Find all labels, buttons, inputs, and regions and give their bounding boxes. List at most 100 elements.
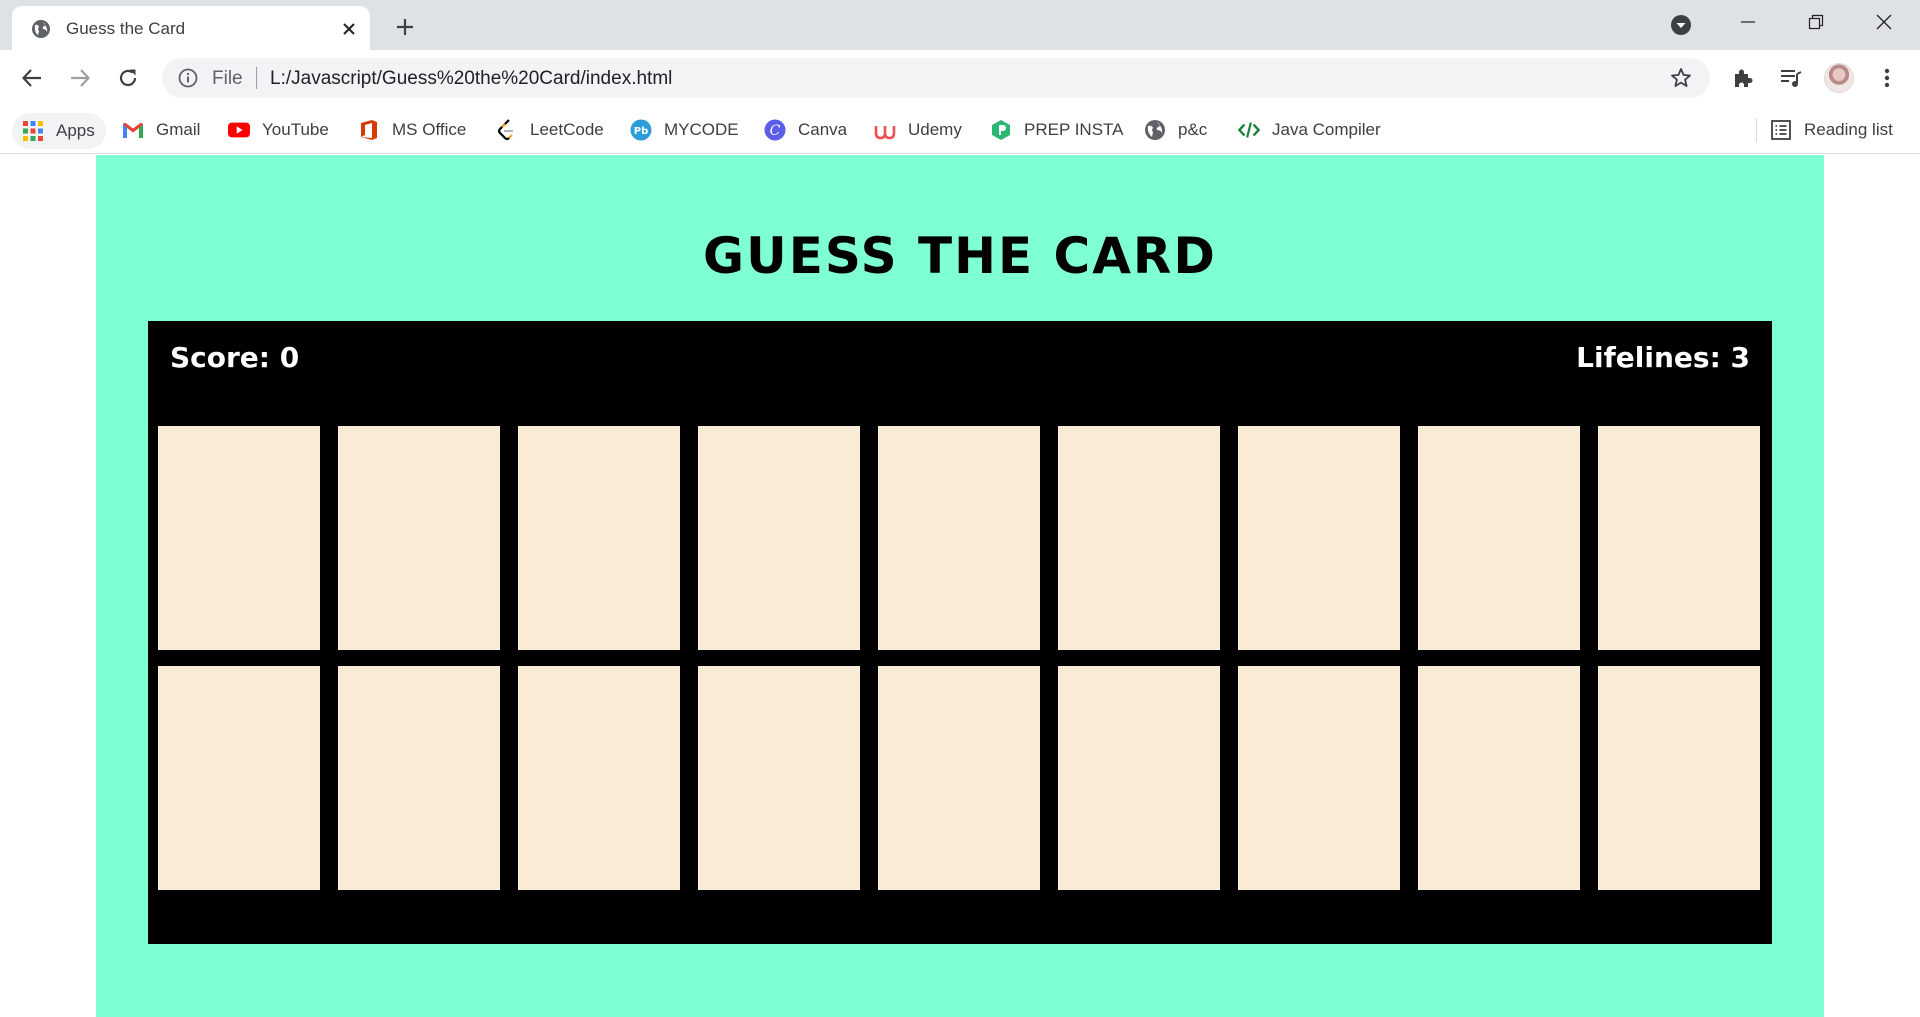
chevron-down-circle-icon — [1671, 15, 1691, 35]
bookmark-java-compiler[interactable]: Java Compiler — [1238, 106, 1381, 154]
minimize-button[interactable] — [1714, 0, 1782, 44]
card[interactable] — [1058, 666, 1220, 890]
youtube-icon — [228, 119, 250, 141]
playlist-icon — [1781, 70, 1802, 87]
canva-icon: C — [764, 119, 786, 141]
prep-insta-icon — [990, 119, 1012, 141]
card[interactable] — [1058, 426, 1220, 650]
bookmark-apps[interactable]: Apps — [12, 113, 106, 149]
reload-button[interactable] — [112, 62, 144, 94]
card-grid — [158, 426, 1762, 890]
svg-text:Pb: Pb — [634, 126, 649, 137]
bookmarks-bar: Apps Gmail YouTube MS Office LeetCode Pb… — [0, 106, 1920, 154]
gmail-icon — [122, 119, 144, 141]
bookmark-label: LeetCode — [530, 120, 604, 139]
card[interactable] — [878, 426, 1040, 650]
tab-title: Guess the Card — [66, 19, 186, 38]
restore-button[interactable] — [1782, 0, 1850, 44]
bookmark-label: MS Office — [392, 120, 467, 139]
close-icon — [1876, 14, 1892, 30]
globe-icon — [1144, 119, 1166, 141]
card[interactable] — [338, 666, 500, 890]
reading-list-button[interactable]: Reading list — [1770, 106, 1893, 154]
bookmark-label: p&c — [1178, 120, 1208, 139]
address-separator — [256, 67, 257, 89]
game-board: Score: 0 Lifelines: 3 — [148, 321, 1772, 944]
udemy-icon — [874, 119, 896, 141]
tab-strip: Guess the Card — [0, 0, 1920, 50]
page-title: GUESS THE CARD — [703, 227, 1217, 285]
info-icon[interactable] — [178, 68, 198, 88]
page-viewport: GUESS THE CARD Score: 0 Lifelines: 3 — [0, 155, 1920, 1017]
bookmarks-divider — [1756, 118, 1757, 142]
bookmark-p-and-c[interactable]: p&c — [1144, 106, 1207, 154]
card[interactable] — [518, 426, 680, 650]
card[interactable] — [1598, 666, 1760, 890]
game-container: GUESS THE CARD Score: 0 Lifelines: 3 — [96, 155, 1824, 1017]
bookmark-udemy[interactable]: Udemy — [874, 106, 962, 154]
reading-list-icon — [1770, 119, 1792, 141]
bookmark-label: Canva — [798, 120, 848, 139]
close-icon — [343, 23, 355, 35]
bookmark-label: Gmail — [156, 120, 201, 139]
minimize-icon — [1741, 21, 1755, 23]
star-icon[interactable] — [1670, 67, 1692, 89]
globe-icon — [32, 20, 50, 38]
bookmark-label: PREP INSTA — [1024, 120, 1124, 139]
forward-button[interactable] — [64, 62, 96, 94]
profile-avatar[interactable] — [1824, 63, 1854, 93]
mycode-icon: Pb — [630, 119, 652, 141]
bookmark-prep-insta[interactable]: PREP INSTA — [990, 106, 1124, 154]
tab-search-button[interactable] — [1668, 12, 1694, 38]
leetcode-icon — [496, 119, 518, 141]
bookmark-apps-label: Apps — [56, 121, 95, 140]
card[interactable] — [158, 426, 320, 650]
bookmark-gmail[interactable]: Gmail — [122, 106, 200, 154]
new-tab-button[interactable] — [390, 12, 420, 42]
card[interactable] — [1238, 426, 1400, 650]
card[interactable] — [698, 426, 860, 650]
bookmark-youtube[interactable]: YouTube — [228, 106, 329, 154]
card[interactable] — [878, 666, 1040, 890]
apps-grid-icon — [23, 121, 43, 141]
card[interactable] — [698, 666, 860, 890]
bookmark-label: MYCODE — [664, 120, 739, 139]
bookmark-mycode[interactable]: Pb MYCODE — [630, 106, 739, 154]
card[interactable] — [1598, 426, 1760, 650]
address-scheme-label: File — [212, 68, 243, 89]
ms-office-icon — [358, 119, 380, 141]
bookmark-canva[interactable]: C Canva — [764, 106, 847, 154]
svg-text:C: C — [770, 123, 781, 139]
extensions-button[interactable] — [1728, 63, 1758, 93]
media-control-button[interactable] — [1776, 63, 1806, 93]
code-icon — [1238, 119, 1260, 141]
close-window-button[interactable] — [1850, 0, 1918, 44]
bookmark-ms-office[interactable]: MS Office — [358, 106, 466, 154]
card[interactable] — [338, 426, 500, 650]
bookmark-label: YouTube — [262, 120, 329, 139]
card[interactable] — [158, 666, 320, 890]
browser-toolbar: File L:/Javascript/Guess%20the%20Card/in… — [0, 50, 1920, 106]
arrow-right-icon — [71, 69, 91, 87]
plus-icon — [397, 19, 413, 35]
restore-icon — [1808, 14, 1824, 30]
browser-menu-button[interactable] — [1872, 63, 1902, 93]
reading-list-label: Reading list — [1804, 120, 1893, 139]
bookmark-label: Java Compiler — [1272, 120, 1381, 139]
lifelines-display: Lifelines: 3 — [1576, 341, 1750, 374]
card[interactable] — [1238, 666, 1400, 890]
browser-tab[interactable]: Guess the Card — [12, 6, 370, 50]
address-url[interactable]: L:/Javascript/Guess%20the%20Card/index.h… — [270, 68, 672, 90]
score-display: Score: 0 — [170, 341, 300, 374]
address-bar[interactable]: File L:/Javascript/Guess%20the%20Card/in… — [162, 58, 1710, 98]
card[interactable] — [518, 666, 680, 890]
back-button[interactable] — [16, 62, 48, 94]
reload-icon — [119, 69, 137, 87]
more-vertical-icon — [1884, 68, 1890, 88]
puzzle-icon — [1735, 69, 1753, 87]
bookmark-label: Udemy — [908, 120, 962, 139]
bookmark-leetcode[interactable]: LeetCode — [496, 106, 604, 154]
card[interactable] — [1418, 426, 1580, 650]
card[interactable] — [1418, 666, 1580, 890]
tab-close-button[interactable] — [336, 16, 362, 42]
